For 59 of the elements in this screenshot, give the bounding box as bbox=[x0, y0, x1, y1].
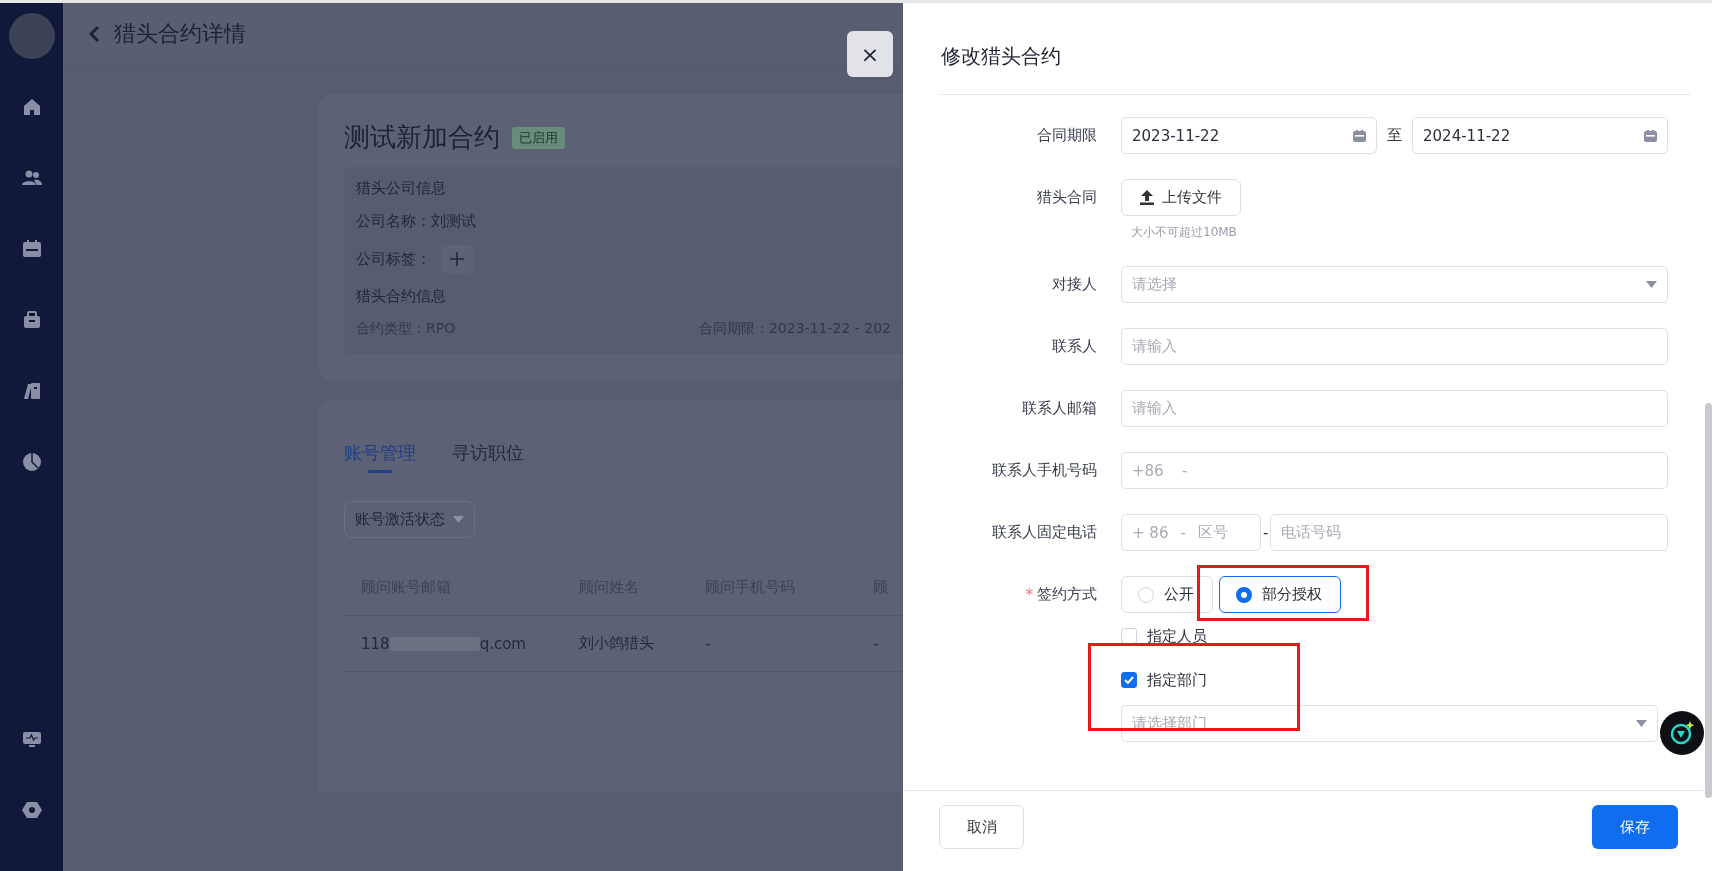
caret-down-icon bbox=[1636, 720, 1647, 727]
drawer-title: 修改猎头合约 bbox=[941, 3, 1690, 95]
book-icon[interactable] bbox=[21, 381, 42, 401]
contract-title: 测试新加合约 bbox=[344, 121, 500, 154]
briefcase-icon[interactable] bbox=[21, 310, 42, 330]
select-field[interactable]: 请选择 bbox=[1121, 266, 1668, 303]
settings-icon[interactable] bbox=[21, 800, 42, 820]
calendar-icon bbox=[1644, 129, 1657, 142]
monitor-icon[interactable] bbox=[21, 729, 42, 749]
form-label: 猎头合同 bbox=[1036, 187, 1097, 208]
page-title: 猎头合约详情 bbox=[114, 20, 246, 48]
cancel-button[interactable]: 取消 bbox=[939, 805, 1024, 849]
calendar-icon[interactable] bbox=[21, 239, 42, 259]
home-icon[interactable] bbox=[21, 97, 42, 117]
joiner-dash: - bbox=[1263, 523, 1269, 542]
checkbox-label: 指定部门 bbox=[1147, 670, 1207, 690]
form-label: 联系人手机号码 bbox=[991, 460, 1097, 481]
radio-option[interactable]: 公开 bbox=[1121, 576, 1213, 613]
scrollbar[interactable] bbox=[1705, 403, 1712, 798]
radio-option[interactable]: 部分授权 bbox=[1219, 576, 1341, 613]
upload-icon bbox=[1140, 190, 1154, 205]
form-label: 联系人 bbox=[1051, 336, 1097, 357]
save-button[interactable]: 保存 bbox=[1592, 805, 1678, 849]
phone-number-field[interactable]: 电话号码 bbox=[1270, 514, 1668, 551]
area-code-field[interactable]: + 86 - 区号 bbox=[1121, 514, 1261, 551]
date-field[interactable]: 2023-11-22 bbox=[1121, 117, 1377, 154]
checkbox-option[interactable]: 指定人员 bbox=[1121, 625, 1668, 647]
calendar-icon bbox=[1353, 129, 1366, 142]
table-cell: 118 q.com bbox=[344, 616, 562, 672]
checkbox-label: 指定人员 bbox=[1147, 626, 1207, 646]
date-field[interactable]: 2024-11-22 bbox=[1412, 117, 1668, 154]
input-field[interactable]: 请输入 bbox=[1121, 328, 1668, 365]
sparkle-icon bbox=[1668, 719, 1696, 747]
tab[interactable]: 寻访职位 bbox=[452, 440, 524, 473]
caret-down-icon bbox=[1646, 281, 1657, 288]
table-cell: - bbox=[688, 616, 856, 672]
upload-hint: 大小不可超过10MB bbox=[1131, 224, 1238, 241]
pie-chart-icon[interactable] bbox=[21, 452, 42, 472]
checkbox-option[interactable]: 指定部门 bbox=[1121, 669, 1668, 691]
input-field[interactable]: 请输入 bbox=[1121, 390, 1668, 427]
back-icon[interactable] bbox=[89, 25, 100, 43]
assistant-button[interactable] bbox=[1660, 711, 1704, 755]
plus-icon bbox=[450, 252, 464, 266]
form-label: 联系人邮箱 bbox=[1021, 398, 1097, 419]
form-label: 联系人固定电话 bbox=[991, 522, 1097, 543]
form-label: 对接人 bbox=[1051, 274, 1097, 295]
upload-button[interactable]: 上传文件 bbox=[1121, 179, 1241, 216]
check-icon bbox=[1124, 676, 1134, 684]
range-separator: 至 bbox=[1387, 126, 1402, 145]
caret-down-icon bbox=[453, 516, 464, 523]
form-label: * 签约方式 bbox=[1024, 584, 1097, 606]
form-label: 合同期限 bbox=[1036, 125, 1097, 146]
status-filter[interactable]: 账号激活状态 bbox=[344, 501, 475, 538]
table-cell: 刘小鸽猎头 bbox=[562, 616, 688, 672]
checkbox[interactable] bbox=[1121, 672, 1137, 688]
phone-field[interactable]: +86 - bbox=[1121, 452, 1668, 489]
close-button[interactable]: × bbox=[847, 31, 893, 77]
users-icon[interactable] bbox=[21, 168, 42, 188]
status-tag: 已启用 bbox=[512, 126, 565, 149]
